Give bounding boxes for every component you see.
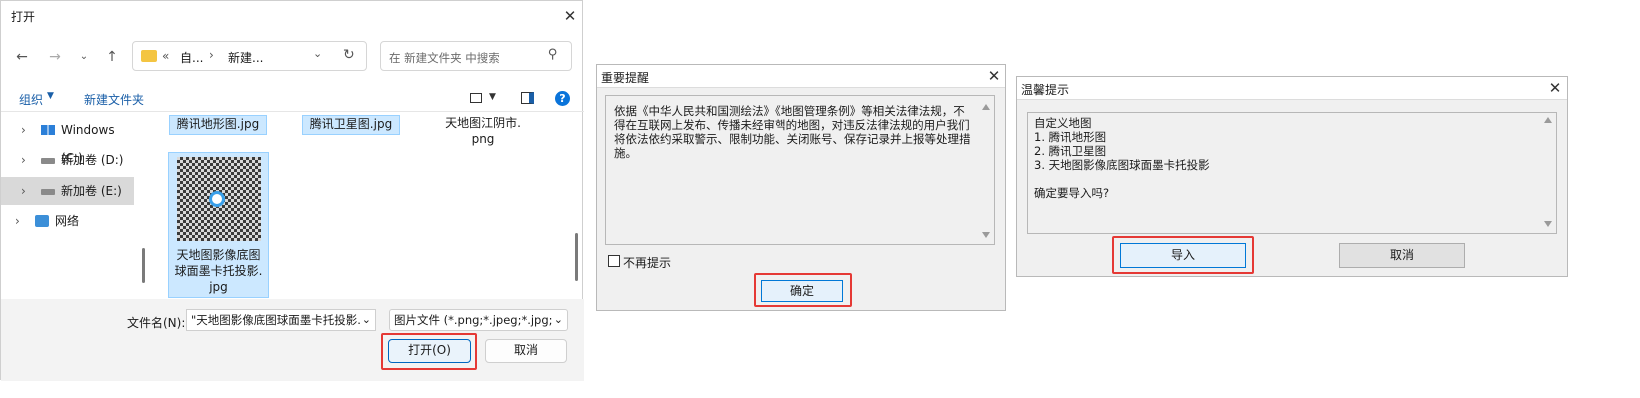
file-item[interactable]: 腾讯地形图.jpg xyxy=(169,115,267,135)
dialog-title: 重要提醒 xyxy=(601,71,650,85)
expand-chevron-icon[interactable]: › xyxy=(15,207,20,235)
view-mode-icon[interactable] xyxy=(470,93,482,103)
breadcrumb-item-1[interactable]: 自... xyxy=(180,49,203,66)
search-icon[interactable]: ⚲ xyxy=(548,47,558,62)
notice-text-box[interactable]: 依据《中华人民共和国测绘法》《地图管理条例》等相关法律法规，不得在互联网上发布、… xyxy=(605,95,995,245)
tree-item-drive-d[interactable]: › 新加卷 (D:) xyxy=(1,146,134,174)
breadcrumb-chevron-icon: › xyxy=(209,48,214,62)
dont-show-again-checkbox[interactable] xyxy=(608,255,620,267)
expand-chevron-icon[interactable]: › xyxy=(21,116,26,144)
filename-input[interactable]: "天地图影像底图球面墨卡托投影. ⌄ xyxy=(186,309,376,331)
checkbox-label: 不再提示 xyxy=(623,256,672,270)
expand-chevron-icon[interactable]: › xyxy=(21,177,26,205)
message-line: 2. 腾讯卫星图 xyxy=(1034,144,1107,158)
import-confirm-dialog: 温馨提示 ✕ 自定义地图 1. 腾讯地形图 2. 腾讯卫星图 3. 天地图影像底… xyxy=(1016,76,1568,277)
file-name-line: 球面墨卡托投影. xyxy=(174,264,263,278)
file-item[interactable]: 天地图江阴市. png xyxy=(433,115,533,151)
filetype-value: 图片文件 (*.png;*.jpeg;*.jpg;*. xyxy=(394,313,562,327)
message-line: 自定义地图 xyxy=(1034,116,1092,130)
dialog-title: 温馨提示 xyxy=(1021,83,1070,97)
scroll-down-icon[interactable] xyxy=(982,232,990,238)
windows-drive-icon xyxy=(41,125,55,135)
expand-chevron-icon[interactable]: › xyxy=(21,146,26,174)
search-box[interactable]: 在 新建文件夹 中搜索 ⚲ xyxy=(380,41,572,71)
image-thumbnail xyxy=(177,157,261,241)
title-bar: 重要提醒 ✕ xyxy=(597,65,1005,88)
tree-label: 网络 xyxy=(55,214,80,228)
scroll-down-icon[interactable] xyxy=(1544,221,1552,227)
title-bar: 打开 ✕ xyxy=(1,1,584,31)
import-message: 自定义地图 1. 腾讯地形图 2. 腾讯卫星图 3. 天地图影像底图球面墨卡托投… xyxy=(1034,116,1210,200)
scroll-up-icon[interactable] xyxy=(1544,117,1552,123)
close-icon[interactable]: ✕ xyxy=(1544,77,1566,99)
file-name-line: jpg xyxy=(209,280,228,294)
cancel-button[interactable]: 取消 xyxy=(485,339,567,363)
tree-item-drive-e[interactable]: › 新加卷 (E:) xyxy=(1,177,134,205)
file-item[interactable]: 腾讯卫星图.jpg xyxy=(302,115,400,135)
scroll-up-icon[interactable] xyxy=(982,104,990,110)
up-arrow-icon[interactable]: ↑ xyxy=(101,46,123,68)
tree-item-windows-c[interactable]: › Windows (C:) xyxy=(1,116,134,165)
open-button[interactable]: 打开(O) xyxy=(388,339,471,363)
import-text-box[interactable]: 自定义地图 1. 腾讯地形图 2. 腾讯卫星图 3. 天地图影像底图球面墨卡托投… xyxy=(1027,112,1557,234)
file-list-scrollbar[interactable] xyxy=(575,233,578,281)
drive-icon xyxy=(41,189,55,195)
message-line: 3. 天地图影像底图球面墨卡托投影 xyxy=(1034,158,1210,172)
address-dropdown-icon[interactable]: ⌄ xyxy=(313,47,322,60)
view-mode-chevron-down-icon[interactable]: ▼ xyxy=(489,92,496,102)
file-name: 腾讯卫星图.jpg xyxy=(309,117,393,131)
search-placeholder: 在 新建文件夹 中搜索 xyxy=(389,51,500,65)
import-button[interactable]: 导入 xyxy=(1120,243,1246,268)
network-icon xyxy=(35,215,49,227)
text-scrollbar[interactable] xyxy=(979,98,993,242)
command-bar: 组织 ▼ 新建文件夹 ▼ ? xyxy=(1,87,584,112)
folder-icon xyxy=(141,50,157,62)
new-folder-button[interactable]: 新建文件夹 xyxy=(84,91,144,108)
navigation-pane: › Windows (C:) › 新加卷 (D:) › 新加卷 (E:) › 网… xyxy=(1,113,146,298)
organize-chevron-down-icon[interactable]: ▼ xyxy=(47,91,54,101)
file-name-line: 天地图影像底图 xyxy=(176,248,261,262)
notice-body: 依据《中华人民共和国测绘法》《地图管理条例》等相关法律法规，不得在互联网上发布、… xyxy=(614,104,971,160)
tree-label: 新加卷 (D:) xyxy=(61,153,124,167)
title-bar: 温馨提示 ✕ xyxy=(1017,77,1567,100)
nav-scrollbar[interactable] xyxy=(142,248,145,283)
filetype-dropdown-icon[interactable]: ⌄ xyxy=(551,310,563,330)
close-icon[interactable]: ✕ xyxy=(983,65,1005,87)
recent-chevron-down-icon[interactable]: ⌄ xyxy=(73,46,95,68)
filename-value: "天地图影像底图球面墨卡托投影. xyxy=(191,313,361,327)
tree-label: 新加卷 (E:) xyxy=(61,184,122,198)
dialog-footer: 文件名(N): "天地图影像底图球面墨卡托投影. ⌄ 图片文件 (*.png;*… xyxy=(1,299,584,381)
back-arrow-icon[interactable]: ← xyxy=(11,46,33,68)
address-bar[interactable]: « 自... › 新建... ⌄ ↻ xyxy=(132,41,367,71)
breadcrumb-item-2[interactable]: 新建... xyxy=(228,49,263,66)
preview-pane-icon[interactable] xyxy=(521,92,534,104)
file-name-line: png xyxy=(471,132,495,146)
organize-menu[interactable]: 组织 xyxy=(19,91,43,108)
ok-button[interactable]: 确定 xyxy=(761,280,843,302)
tree-item-network[interactable]: › 网络 xyxy=(1,207,134,235)
text-scrollbar[interactable] xyxy=(1541,115,1555,231)
breadcrumb-overflow[interactable]: « xyxy=(162,49,169,63)
notice-dialog: 重要提醒 ✕ 依据《中华人民共和国测绘法》《地图管理条例》等相关法律法规，不得在… xyxy=(596,64,1006,311)
file-list: 腾讯地形图.jpg 腾讯卫星图.jpg 天地图江阴市. png 天地图影像底图 … xyxy=(151,113,578,298)
filename-label: 文件名(N): xyxy=(127,316,186,330)
help-icon[interactable]: ? xyxy=(555,91,570,106)
file-name: 腾讯地形图.jpg xyxy=(176,117,260,131)
refresh-icon[interactable]: ↻ xyxy=(343,47,355,63)
cancel-button[interactable]: 取消 xyxy=(1339,243,1465,268)
file-open-dialog: 打开 ✕ ← → ⌄ ↑ « 自... › 新建... ⌄ ↻ 在 新建文件夹 … xyxy=(0,0,584,381)
drive-icon xyxy=(41,158,55,164)
file-name-line: 天地图江阴市. xyxy=(445,116,521,130)
filetype-select[interactable]: 图片文件 (*.png;*.jpeg;*.jpg;*. ⌄ xyxy=(389,309,568,331)
filename-dropdown-icon[interactable]: ⌄ xyxy=(359,310,371,330)
message-line: 1. 腾讯地形图 xyxy=(1034,130,1107,144)
thumbnail-badge-icon xyxy=(209,191,225,207)
dialog-title: 打开 xyxy=(11,10,36,24)
file-item-selected[interactable]: 天地图影像底图 球面墨卡托投影. jpg xyxy=(168,152,269,298)
confirm-question: 确定要导入吗? xyxy=(1034,186,1110,200)
forward-arrow-icon[interactable]: → xyxy=(44,46,66,68)
close-icon[interactable]: ✕ xyxy=(559,5,581,27)
